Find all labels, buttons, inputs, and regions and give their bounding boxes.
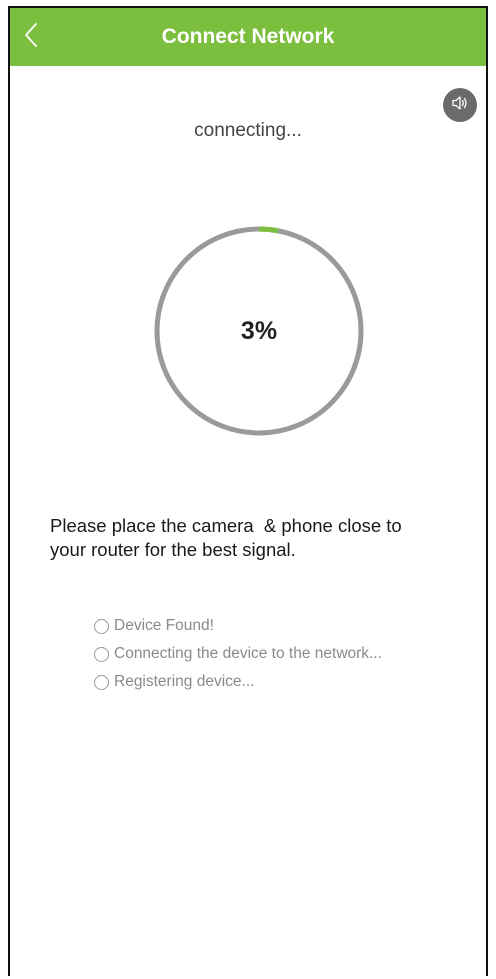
instruction-line-1: Please place the camera & phone close to [50, 515, 402, 536]
sound-toggle-button[interactable] [443, 88, 477, 122]
app-screen: Connect Network connecting... 3% Please … [8, 6, 488, 976]
step-radio-icon [94, 646, 109, 662]
progress-percent-label: 3% [240, 316, 278, 345]
header-bar: Connect Network [10, 8, 486, 66]
speaker-icon [451, 95, 469, 116]
instruction-line-2: your router for the best signal. [50, 539, 296, 560]
connection-status-text: connecting... [194, 120, 302, 141]
step-label: Registering device... [114, 673, 255, 690]
page-title: Connect Network [161, 25, 335, 48]
step-radio-icon [94, 618, 109, 634]
step-radio-icon [94, 674, 109, 690]
step-device-found: Device Found! [94, 612, 474, 640]
progress-ring: 3% [150, 222, 368, 440]
step-label: Connecting the device to the network... [114, 645, 382, 662]
step-connecting-network: Connecting the device to the network... [94, 640, 474, 668]
progress-steps-list: Device Found! Connecting the device to t… [94, 612, 474, 696]
step-label: Device Found! [114, 617, 214, 634]
placement-instruction: Please place the camera & phone close to… [50, 514, 470, 562]
step-registering-device: Registering device... [94, 668, 474, 696]
